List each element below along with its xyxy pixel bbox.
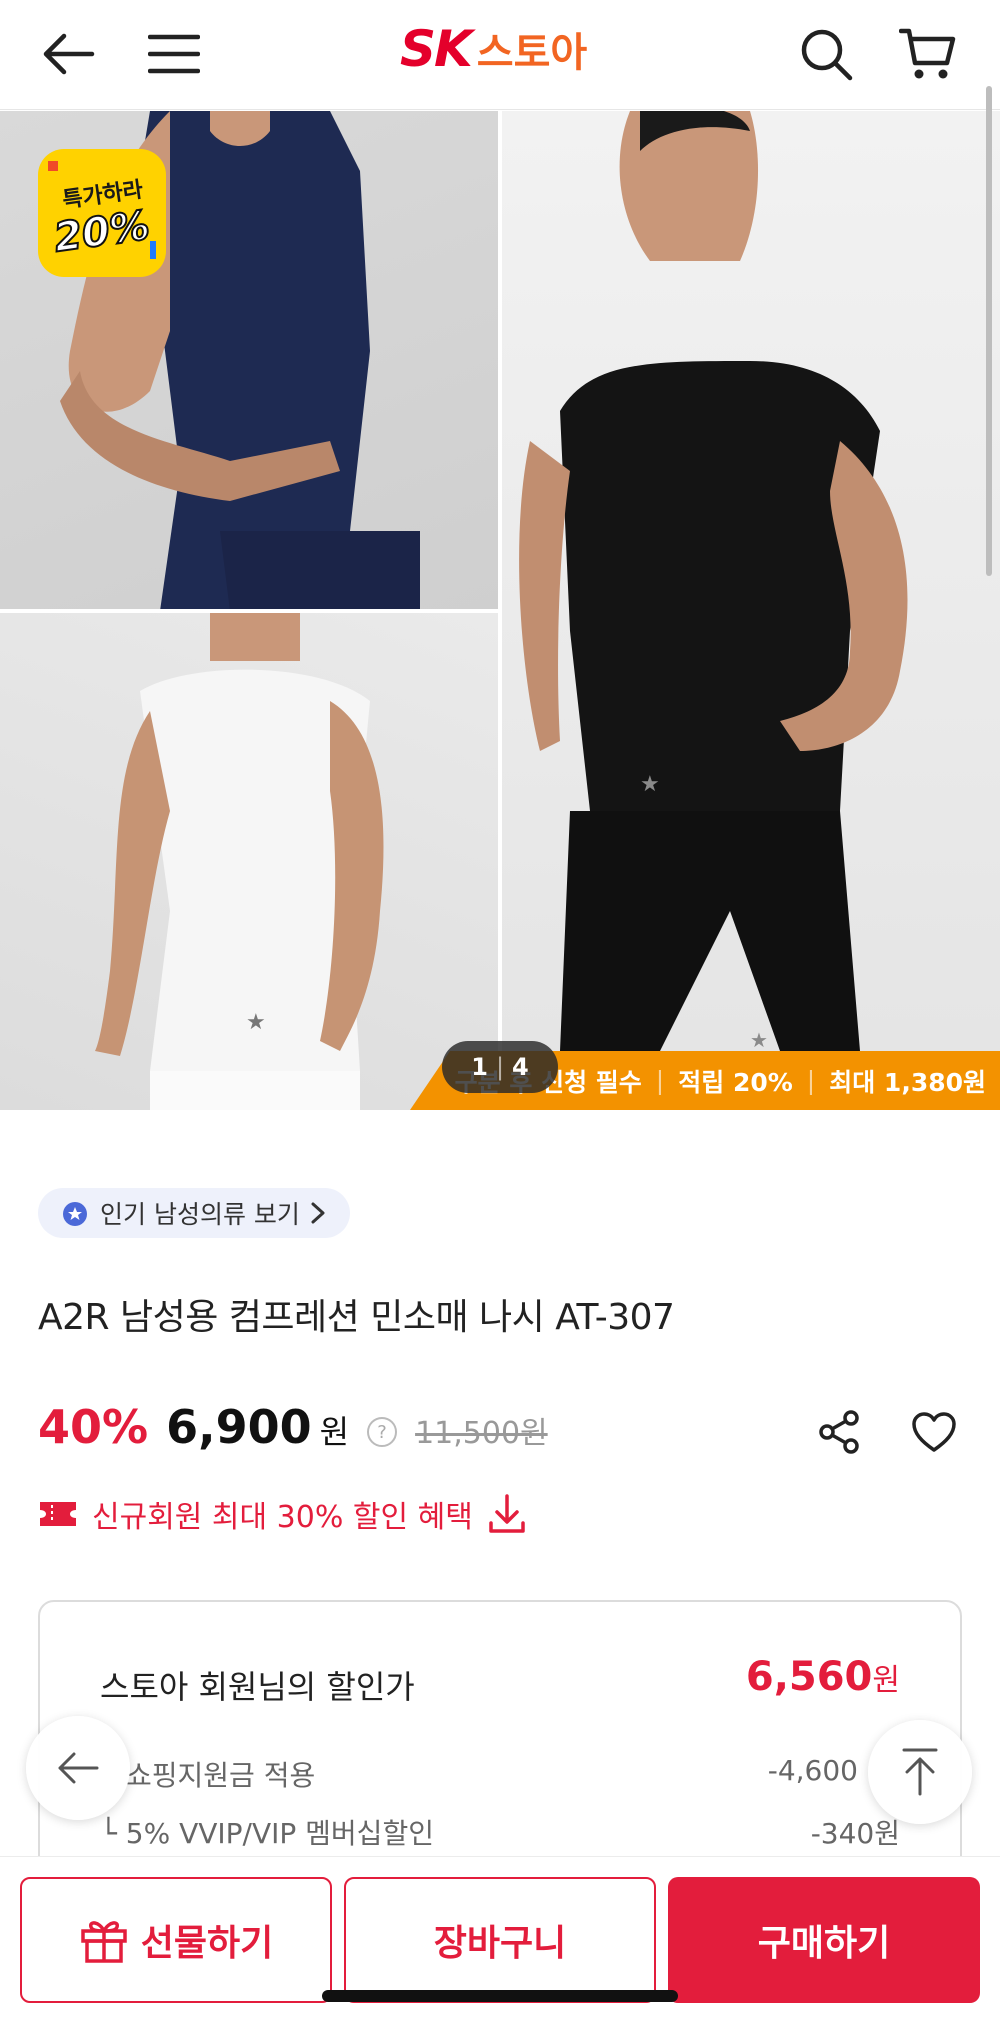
product-photo-black: ★ ★ xyxy=(500,111,1000,1110)
category-link-chip[interactable]: 인기 남성의류 보기 xyxy=(38,1188,350,1238)
member-price-unit: 원 xyxy=(872,1663,900,1698)
svg-text:★: ★ xyxy=(750,1028,768,1052)
back-button[interactable] xyxy=(32,18,104,90)
category-link-label: 인기 남성의류 보기 xyxy=(100,1200,300,1229)
page-separator: | xyxy=(495,1053,505,1081)
cart-button[interactable] xyxy=(892,18,964,90)
sk-stoa-logo[interactable]: SK 스토아 xyxy=(400,20,587,82)
home-indicator[interactable] xyxy=(322,1990,678,2002)
member-price-value: 6,560원 xyxy=(746,1654,900,1700)
share-icon xyxy=(819,1410,859,1454)
top-header: SK 스토아 xyxy=(0,0,1000,110)
reward-banner-rate: 적립 20% xyxy=(678,1067,793,1097)
floating-back-button[interactable] xyxy=(26,1716,130,1820)
total-pages: 4 xyxy=(512,1053,529,1081)
buy-now-button[interactable]: 구매하기 xyxy=(668,1877,980,2003)
badge-accent-blue xyxy=(150,241,156,259)
gift-button-label: 선물하기 xyxy=(140,1923,274,1964)
search-icon xyxy=(801,29,853,81)
shopping-support-value: -4,600 xyxy=(767,1754,858,1787)
gift-icon xyxy=(81,1921,127,1963)
badge-accent-red xyxy=(48,161,58,171)
add-to-cart-button[interactable]: 장바구니 xyxy=(344,1877,656,2003)
member-price-box: 스토아 회원님의 할인가 6,560원 쇼핑지원금 적용 -4,600 └ 5%… xyxy=(38,1600,962,1900)
logo-store-text: 스토아 xyxy=(476,30,588,76)
wishlist-button[interactable] xyxy=(906,1404,962,1460)
product-image-gallery[interactable]: ★ ★ ★ 특가하라 20% 구분 후 신청 필수 | 적립 20% | 최대 … xyxy=(0,111,1000,1110)
coupon-ticket-icon xyxy=(40,1502,76,1526)
svg-text:★: ★ xyxy=(640,772,660,797)
svg-text:★: ★ xyxy=(246,1010,266,1035)
share-button[interactable] xyxy=(812,1404,868,1460)
banner-separator: | xyxy=(806,1066,816,1095)
search-button[interactable] xyxy=(790,18,862,90)
price-help-icon[interactable]: ? xyxy=(367,1417,398,1447)
coupon-text: 신규회원 최대 30% 할인 혜택 xyxy=(92,1500,473,1535)
model-white-illustration: ★ xyxy=(95,611,384,1110)
original-price: 11,500원 xyxy=(415,1416,548,1451)
chevron-right-icon xyxy=(311,1202,325,1224)
download-icon xyxy=(489,1494,525,1533)
sale-price: 6,900 xyxy=(166,1400,312,1454)
product-photo-white: ★ xyxy=(0,611,500,1110)
sale-badge: 특가하라 20% xyxy=(38,149,166,277)
shopping-cart-icon xyxy=(899,28,956,79)
image-page-counter: 1 | 4 xyxy=(442,1041,558,1093)
buy-button-label: 구매하기 xyxy=(757,1923,891,1964)
medal-icon xyxy=(63,1202,87,1226)
vip-discount-label: └ 5% VVIP/VIP 멤버십할인 xyxy=(100,1817,434,1850)
product-title: A2R 남성용 컴프레션 민소매 나시 AT-307 xyxy=(38,1297,675,1338)
arrow-up-to-top-icon xyxy=(902,1748,938,1796)
current-page: 1 xyxy=(471,1053,488,1081)
heart-icon xyxy=(912,1412,956,1452)
member-price-amount: 6,560 xyxy=(745,1654,873,1700)
discount-rate: 40% xyxy=(38,1400,149,1454)
scroll-to-top-button[interactable] xyxy=(868,1720,972,1824)
member-price-title: 스토아 회원님의 할인가 xyxy=(100,1668,415,1706)
vip-discount-value: -340원 xyxy=(810,1817,900,1850)
reward-banner-max: 최대 1,380원 xyxy=(829,1067,986,1097)
page-scrollbar[interactable] xyxy=(986,86,992,576)
arrow-left-icon xyxy=(43,33,95,75)
cart-button-label: 장바구니 xyxy=(433,1923,567,1964)
photo-divider-horizontal xyxy=(0,609,500,613)
model-black-illustration: ★ ★ xyxy=(519,111,908,1052)
gift-button[interactable]: 선물하기 xyxy=(20,1877,332,2003)
hamburger-menu-icon xyxy=(148,34,200,74)
arrow-left-icon xyxy=(58,1752,99,1784)
menu-button[interactable] xyxy=(138,18,210,90)
coupon-download-row[interactable]: 신규회원 최대 30% 할인 혜택 xyxy=(38,1488,527,1540)
price-row: 40% 6,900 원 ? 11,500원 xyxy=(38,1400,548,1464)
logo-brand-text: SK xyxy=(400,20,473,78)
banner-separator: | xyxy=(655,1066,665,1095)
price-unit: 원 xyxy=(319,1413,350,1451)
shopping-support-label: 쇼핑지원금 적용 xyxy=(126,1759,316,1792)
